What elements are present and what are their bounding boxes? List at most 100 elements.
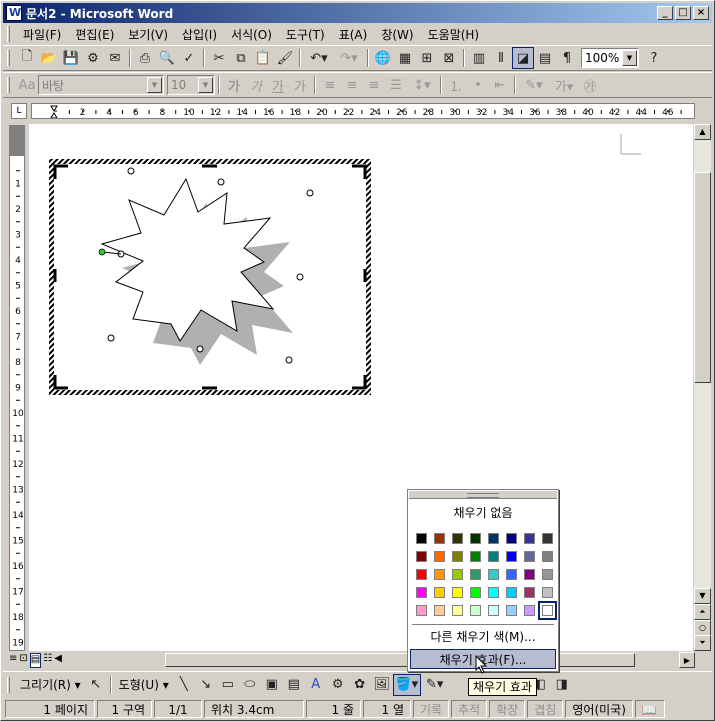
spelling-icon[interactable]: ✓ <box>178 47 200 69</box>
menu-tools[interactable]: 도구(T) <box>279 26 332 43</box>
email-icon[interactable]: ✉ <box>104 47 126 69</box>
menu-help[interactable]: 도움말(H) <box>421 26 487 43</box>
hscroll-thumb[interactable] <box>165 653 635 667</box>
color-swatch[interactable] <box>524 587 535 598</box>
vertical-scrollbar[interactable]: ▲ ▼ ⏶ ○ ⏷ <box>694 124 711 651</box>
font-color-icon[interactable]: 가▾ <box>549 74 579 96</box>
char-shading-icon[interactable]: 가 <box>289 74 311 96</box>
menu-file[interactable]: 파일(F) <box>16 26 68 43</box>
align-right-icon[interactable]: ≡ <box>363 74 385 96</box>
italic-icon[interactable]: 가 <box>245 74 267 96</box>
color-swatch[interactable] <box>452 569 463 580</box>
close-button[interactable]: × <box>693 6 709 20</box>
toolbar-grip[interactable] <box>7 77 10 93</box>
color-swatch[interactable] <box>542 533 553 544</box>
color-swatch[interactable] <box>488 605 499 616</box>
insert-excel-icon[interactable]: ⊠ <box>438 47 460 69</box>
color-swatch[interactable] <box>524 569 535 580</box>
color-swatch[interactable] <box>434 605 445 616</box>
print-view-icon[interactable]: ▤ <box>29 653 42 668</box>
clipart-icon[interactable]: ✿ <box>349 674 371 696</box>
fill-color-icon[interactable]: 🪣▾ <box>392 673 421 696</box>
chevron-down-icon[interactable]: ▼ <box>622 50 637 66</box>
help-icon[interactable]: ? <box>643 47 665 69</box>
scroll-left-button[interactable]: ◀ <box>54 653 62 668</box>
picture-icon[interactable]: 🖼 <box>371 674 393 696</box>
distributed-icon[interactable]: ☰ <box>385 74 407 96</box>
wordart-icon[interactable]: A <box>305 674 327 696</box>
tables-borders-icon[interactable]: ▦ <box>394 47 416 69</box>
word-app-icon[interactable] <box>6 5 22 21</box>
permission-icon[interactable]: ⚙ <box>82 47 104 69</box>
decrease-indent-icon[interactable]: ⇤ <box>489 74 511 96</box>
drawing-icon[interactable]: ◪ <box>512 47 534 69</box>
color-swatch[interactable] <box>542 587 553 598</box>
highlight-icon[interactable]: ✎▾ <box>519 74 549 96</box>
color-swatch[interactable] <box>434 551 445 562</box>
vertical-ruler[interactable]: 1234567891011121314151617181920 <box>9 125 25 651</box>
status-rec[interactable]: 기록 <box>413 699 450 718</box>
horizontal-ruler[interactable]: 2 4 6 8 10 12 14 16 18 20 22 24 26 28 30 32 34 36 38 40 42 44… <box>31 103 695 119</box>
color-swatch[interactable] <box>524 605 535 616</box>
scroll-right-button[interactable]: ▶ <box>679 652 695 668</box>
status-trk[interactable]: 추적 <box>451 699 488 718</box>
autoshapes-button[interactable]: 도형(U) ▾ <box>115 676 173 693</box>
color-swatch[interactable] <box>538 601 557 620</box>
popup-drag-handle[interactable] <box>409 491 557 499</box>
bold-icon[interactable]: 가 <box>223 74 245 96</box>
color-swatch[interactable] <box>434 569 445 580</box>
color-swatch[interactable] <box>416 569 427 580</box>
document-map-icon[interactable]: ▤ <box>534 47 556 69</box>
align-justify-icon[interactable]: ≡ <box>319 74 341 96</box>
print-preview-icon[interactable]: 🔍 <box>156 47 178 69</box>
rectangle-icon[interactable]: ▭ <box>217 674 239 696</box>
scroll-down-button[interactable]: ▼ <box>694 588 711 604</box>
outline-view-icon[interactable]: ☷ <box>43 653 52 668</box>
color-swatch[interactable] <box>488 551 499 562</box>
color-swatch[interactable] <box>488 587 499 598</box>
toolbar-grip[interactable] <box>7 676 10 693</box>
save-icon[interactable]: 💾 <box>60 47 82 69</box>
minimize-button[interactable]: _ <box>657 6 673 20</box>
color-swatch[interactable] <box>542 569 553 580</box>
color-swatch[interactable] <box>488 533 499 544</box>
menu-grip[interactable] <box>7 26 10 42</box>
prev-page-button[interactable]: ⏶ <box>694 604 711 620</box>
undo-icon[interactable]: ↶▾ <box>304 47 334 69</box>
menu-format[interactable]: 서식(O) <box>224 26 279 43</box>
style-icon[interactable]: Aa <box>16 74 38 96</box>
line-color-icon[interactable]: ✎▾ <box>421 674 449 696</box>
color-swatch[interactable] <box>524 533 535 544</box>
no-fill-option[interactable]: 채우기 없음 <box>408 504 558 522</box>
status-ovr[interactable]: 겹침 <box>527 699 564 718</box>
underline-icon[interactable]: 가 <box>267 74 289 96</box>
toolbar-grip[interactable] <box>7 50 10 66</box>
next-page-button[interactable]: ⏷ <box>694 635 711 651</box>
color-swatch[interactable] <box>488 569 499 580</box>
print-icon[interactable]: ⎙ <box>134 47 156 69</box>
font-select[interactable]: 바탕 ▼ <box>38 75 164 95</box>
color-swatch[interactable] <box>470 533 481 544</box>
line-spacing-icon[interactable]: ↕▾ <box>407 74 437 96</box>
show-hide-icon[interactable]: ¶ <box>556 47 578 69</box>
menu-view[interactable]: 보기(V) <box>121 26 175 43</box>
color-swatch[interactable] <box>452 551 463 562</box>
menu-edit[interactable]: 편집(E) <box>68 26 121 43</box>
draw-menu-button[interactable]: 그리기(R) ▾ <box>16 676 85 693</box>
color-swatch[interactable] <box>416 587 427 598</box>
copy-icon[interactable]: ⧉ <box>230 47 252 69</box>
scroll-thumb[interactable] <box>694 172 711 383</box>
browse-object-button[interactable]: ○ <box>694 620 711 636</box>
color-swatch[interactable] <box>506 587 517 598</box>
color-swatch[interactable] <box>416 605 427 616</box>
line-icon[interactable]: ╲ <box>173 674 195 696</box>
insert-table-icon[interactable]: ⊞ <box>416 47 438 69</box>
color-swatch[interactable] <box>470 605 481 616</box>
color-swatch[interactable] <box>452 605 463 616</box>
color-swatch[interactable] <box>434 587 445 598</box>
open-folder-icon[interactable]: 📂 <box>38 47 60 69</box>
chevron-down-icon[interactable]: ▼ <box>198 77 213 93</box>
font-size-select[interactable]: 10 ▼ <box>167 75 215 95</box>
new-document-icon[interactable]: 🗋 <box>16 47 38 69</box>
color-swatch[interactable] <box>452 533 463 544</box>
